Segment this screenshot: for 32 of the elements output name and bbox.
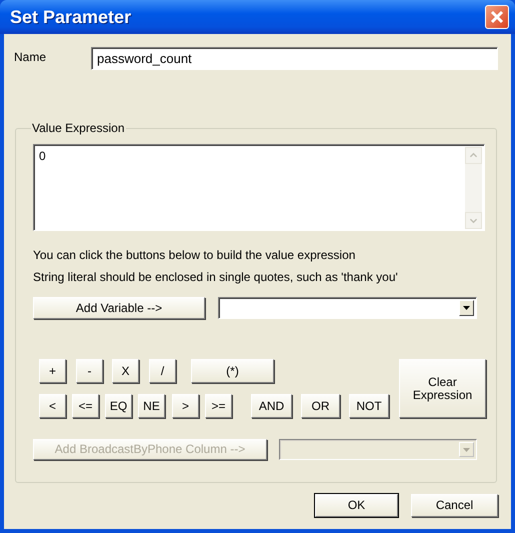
- close-icon: [490, 10, 504, 24]
- group-label: Value Expression: [31, 121, 126, 135]
- field-label: Name: [14, 50, 48, 64]
- operator-button[interactable]: EQ: [105, 394, 132, 418]
- add-variable-button[interactable]: Add Variable -->: [33, 297, 205, 319]
- operator-button[interactable]: (*): [191, 359, 274, 383]
- caret-icon: [463, 448, 470, 452]
- operator-button[interactable]: >: [172, 394, 199, 418]
- hint-text: You can click the buttons below to build the value expression: [33, 247, 356, 264]
- dropdown-button[interactable]: [459, 300, 474, 316]
- expression-text: 0: [39, 149, 46, 165]
- operator-button[interactable]: X: [112, 359, 139, 383]
- operator-button[interactable]: >=: [205, 394, 232, 418]
- window-title: Set Parameter: [10, 6, 132, 28]
- close-button[interactable]: [485, 5, 509, 29]
- cancel-button[interactable]: Cancel: [411, 494, 498, 517]
- operator-button[interactable]: +: [39, 359, 66, 383]
- clear-expression-button[interactable]: Clear Expression: [399, 359, 486, 418]
- operator-button[interactable]: /: [149, 359, 176, 383]
- operator-button[interactable]: OR: [301, 394, 340, 418]
- expression-field[interactable]: 0: [33, 144, 485, 231]
- caret-icon: [463, 306, 470, 310]
- hint-text: String literal should be enclosed in single quotes, such as 'thank you': [33, 269, 399, 286]
- operator-button[interactable]: NOT: [349, 394, 389, 418]
- operator-button[interactable]: -: [76, 359, 103, 383]
- operator-button[interactable]: AND: [251, 394, 292, 418]
- ok-button[interactable]: OK: [315, 494, 398, 517]
- operator-button[interactable]: <=: [72, 394, 99, 418]
- variable-dropdown[interactable]: [218, 297, 477, 319]
- operator-button[interactable]: <: [39, 394, 66, 418]
- name-field[interactable]: password_count: [91, 47, 498, 70]
- operator-button[interactable]: NE: [138, 394, 165, 418]
